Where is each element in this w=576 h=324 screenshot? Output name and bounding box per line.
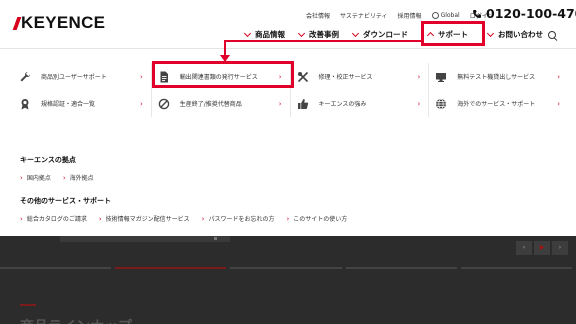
menu-item-label: キーエンスの強み	[318, 101, 367, 108]
menu-item-certification[interactable]: 規格認証・適合一覧 ›	[13, 90, 152, 117]
chevron-down-icon	[243, 29, 252, 37]
carousel-progress	[0, 267, 576, 269]
nav-download[interactable]: ダウンロード	[351, 29, 408, 40]
menu-item-free-test-unit[interactable]: 無料テスト機貸出しサービス ›	[429, 63, 568, 90]
chevron-down-icon	[297, 29, 306, 37]
chevron-right-icon: ›	[20, 214, 23, 223]
menu-item-strengths[interactable]: キーエンスの強み ›	[291, 90, 430, 117]
menu-item-label: 商品別ユーザーサポート	[41, 74, 107, 81]
menu-item-label: 海外でのサービス・サポート	[457, 101, 536, 108]
chevron-right-icon: ›	[20, 173, 23, 182]
menu-item-repair-calibration[interactable]: 修理・校正サービス ›	[291, 63, 430, 90]
nav-case-studies-label: 改善事例	[309, 30, 339, 39]
page-overlay[interactable]: ‹ ▶ › 商品ラインナップ	[0, 236, 576, 324]
nav-contact[interactable]: お問い合わせ	[486, 29, 543, 40]
nav-case-studies[interactable]: 改善事例	[297, 29, 339, 40]
other-services-title: その他のサービス・サポート	[20, 197, 111, 205]
bases-links: › 国内拠点 › 海外拠点	[20, 173, 359, 183]
annotation-connector-horizontal	[224, 40, 422, 42]
menu-item-product-support[interactable]: 商品別ユーザーサポート ›	[13, 63, 152, 90]
link-catalog-request[interactable]: › 総合カタログのご請求	[20, 214, 87, 224]
main-nav: 商品情報 改善事例 ダウンロード サポート お問い合わせ	[243, 29, 543, 40]
menu-item-label: 規格認証・適合一覧	[41, 101, 96, 108]
award-icon	[19, 98, 31, 110]
menu-item-label: 無料テスト機貸出しサービス	[457, 74, 536, 81]
section-accent-mark	[20, 304, 36, 306]
nav-download-label: ダウンロード	[363, 30, 408, 39]
chevron-right-icon: ›	[278, 99, 282, 108]
carousel-controls: ‹ ▶ ›	[514, 241, 568, 255]
menu-item-label: 生産終了/推奨代替商品	[179, 101, 242, 108]
chevron-down-icon	[351, 29, 360, 37]
carousel-prev-button[interactable]: ‹	[516, 241, 532, 255]
tools-icon	[297, 71, 309, 83]
link-label: 海外拠点	[69, 175, 94, 182]
link-forgot-password[interactable]: › パスワードをお忘れの方	[201, 214, 275, 224]
chevron-right-icon: ›	[417, 72, 421, 81]
chevron-down-icon	[486, 29, 495, 37]
keyence-logo[interactable]: KEYENCE	[12, 13, 106, 33]
menu-item-discontinued[interactable]: 生産終了/推奨代替商品 ›	[152, 90, 291, 117]
annotation-support-highlight	[421, 21, 485, 46]
link-label: 総合カタログのご請求	[26, 216, 87, 223]
link-overseas-bases[interactable]: › 海外拠点	[62, 173, 94, 183]
prohibited-icon	[158, 98, 170, 110]
carousel-play-button[interactable]: ▶	[534, 241, 550, 255]
carousel-indicator	[214, 237, 217, 240]
carousel-next-button[interactable]: ›	[552, 241, 568, 255]
chevron-right-icon: ›	[139, 72, 143, 81]
bases-title: キーエンスの拠点	[20, 156, 76, 164]
carousel-tab[interactable]	[345, 267, 457, 269]
link-label: 技術情報マガジン配信サービス	[105, 216, 190, 223]
menu-item-overseas-support[interactable]: 海外でのサービス・サポート ›	[429, 90, 568, 117]
bases-section: キーエンスの拠点 › 国内拠点 › 海外拠点 その他のサービス・サポート › 総合カタ…	[20, 155, 359, 237]
annotation-connector-vertical	[224, 40, 226, 56]
globe-icon	[431, 12, 439, 19]
global-link[interactable]: Global	[431, 12, 460, 19]
phone-number-text: 0120-100-470	[486, 6, 576, 21]
chevron-right-icon: ›	[139, 99, 143, 108]
thumbs-up-icon	[297, 98, 309, 110]
monitor-icon	[435, 71, 447, 83]
menu-item-label: 修理・校正サービス	[318, 74, 373, 81]
chevron-right-icon: ›	[557, 99, 560, 108]
carousel-tab[interactable]	[0, 267, 112, 269]
nav-products[interactable]: 商品情報	[243, 29, 285, 40]
util-link-careers[interactable]: 採用情報	[398, 11, 422, 20]
link-tech-magazine[interactable]: › 技術情報マガジン配信サービス	[98, 214, 190, 224]
annotation-export-documents-highlight	[152, 61, 294, 88]
global-label: Global	[440, 12, 460, 19]
globe-icon	[435, 98, 447, 110]
chevron-right-icon: ›	[417, 99, 421, 108]
wrench-icon	[19, 71, 31, 83]
phone-number[interactable]: 0120-100-470	[472, 6, 576, 21]
util-link-company[interactable]: 会社情報	[306, 11, 330, 20]
logo-text: KEYENCE	[21, 13, 106, 32]
link-label: 国内拠点	[26, 175, 51, 182]
phone-icon	[473, 9, 481, 18]
link-label: このサイトの使い方	[293, 216, 348, 223]
nav-products-label: 商品情報	[255, 30, 285, 39]
chevron-right-icon: ›	[557, 72, 560, 81]
carousel-card	[60, 236, 230, 242]
link-domestic-bases[interactable]: › 国内拠点	[20, 173, 51, 183]
chevron-right-icon: ›	[98, 214, 102, 223]
util-link-sustainability[interactable]: サステナビリティ	[340, 11, 388, 20]
chevron-right-icon: ›	[201, 214, 205, 223]
other-services-links: › 総合カタログのご請求 › 技術情報マガジン配信サービス › パスワードをお忘れの方…	[20, 214, 359, 224]
carousel-tab[interactable]	[230, 267, 342, 269]
link-label: パスワードをお忘れの方	[208, 216, 275, 223]
carousel-tab-active[interactable]	[115, 267, 227, 269]
product-lineup-heading: 商品ラインナップ	[20, 316, 132, 324]
carousel-tab[interactable]	[460, 267, 573, 269]
search-icon[interactable]	[548, 31, 556, 39]
chevron-right-icon: ›	[62, 173, 66, 182]
link-site-usage[interactable]: › このサイトの使い方	[286, 214, 348, 224]
nav-contact-label: お問い合わせ	[498, 30, 543, 39]
chevron-right-icon: ›	[286, 214, 290, 223]
